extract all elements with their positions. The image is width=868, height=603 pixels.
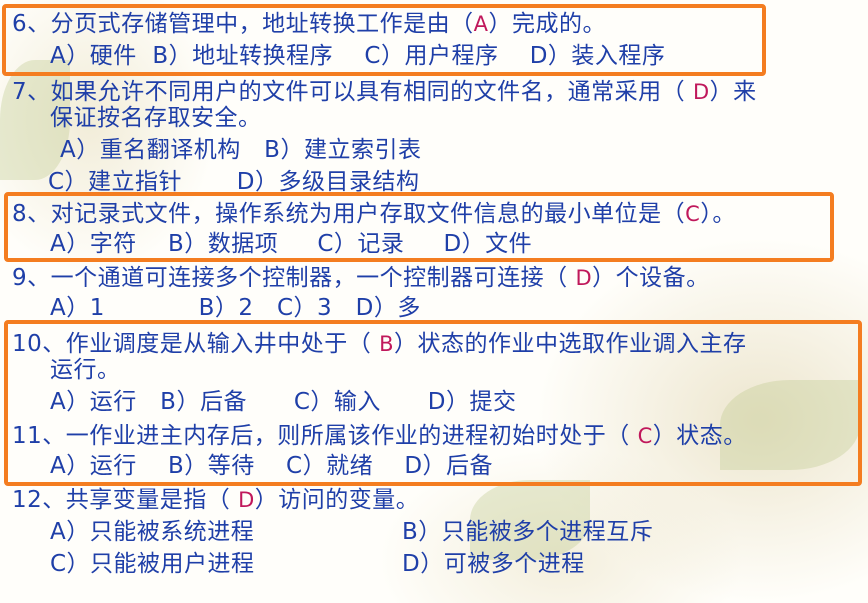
options-6: A）硬件 B）地址转换程序 C）用户程序 D）装入程序 [50, 43, 666, 69]
question-9: 9、一个通道可连接多个控制器，一个控制器可连接（ D）个设备。 [12, 265, 710, 291]
question-8: 8、对记录式文件，操作系统为用户存取文件信息的最小单位是（C）。 [12, 201, 736, 227]
answer-12: D [238, 488, 255, 512]
options-11: A）运行 B）等待 C）就绪 D）后备 [50, 453, 494, 479]
options-8: A）字符 B）数据项 C）记录 D）文件 [50, 231, 533, 257]
options-12b: C）只能被用户进程 D）可被多个进程 [50, 551, 585, 577]
answer-7: D [692, 80, 710, 104]
question-7: 7、如果允许不同用户的文件可以具有相同的文件名，通常采用（ D）来 [12, 79, 757, 105]
answer-8: C [685, 202, 701, 226]
question-7-line2: 保证按名存取安全。 [50, 105, 262, 131]
question-10-line2: 运行。 [50, 357, 121, 383]
answer-9: D [575, 266, 593, 290]
question-12: 12、共享变量是指（ D）访问的变量。 [12, 487, 420, 513]
options-7b: C）建立指针 D）多级目录结构 [48, 169, 420, 195]
question-6: 6、分页式存储管理中，地址转换工作是由（A）完成的。 [12, 11, 607, 37]
question-10: 10、作业调度是从输入井中处于（ B）状态的作业中选取作业调入主存 [12, 331, 747, 357]
question-11: 11、一作业进主内存后，则所属该作业的进程初始时处于（ C）状态。 [12, 423, 747, 449]
options-12a: A）只能被系统进程 B）只能被多个进程互斥 [50, 519, 654, 545]
answer-10: B [379, 332, 394, 356]
answer-11: C [637, 424, 653, 448]
options-7a: A）重名翻译机构 B）建立索引表 [60, 137, 422, 163]
options-10: A）运行 B）后备 C）输入 D）提交 [50, 389, 517, 415]
answer-6: A [473, 12, 489, 36]
options-9: A）1 B）2 C）3 D）多 [50, 295, 421, 321]
